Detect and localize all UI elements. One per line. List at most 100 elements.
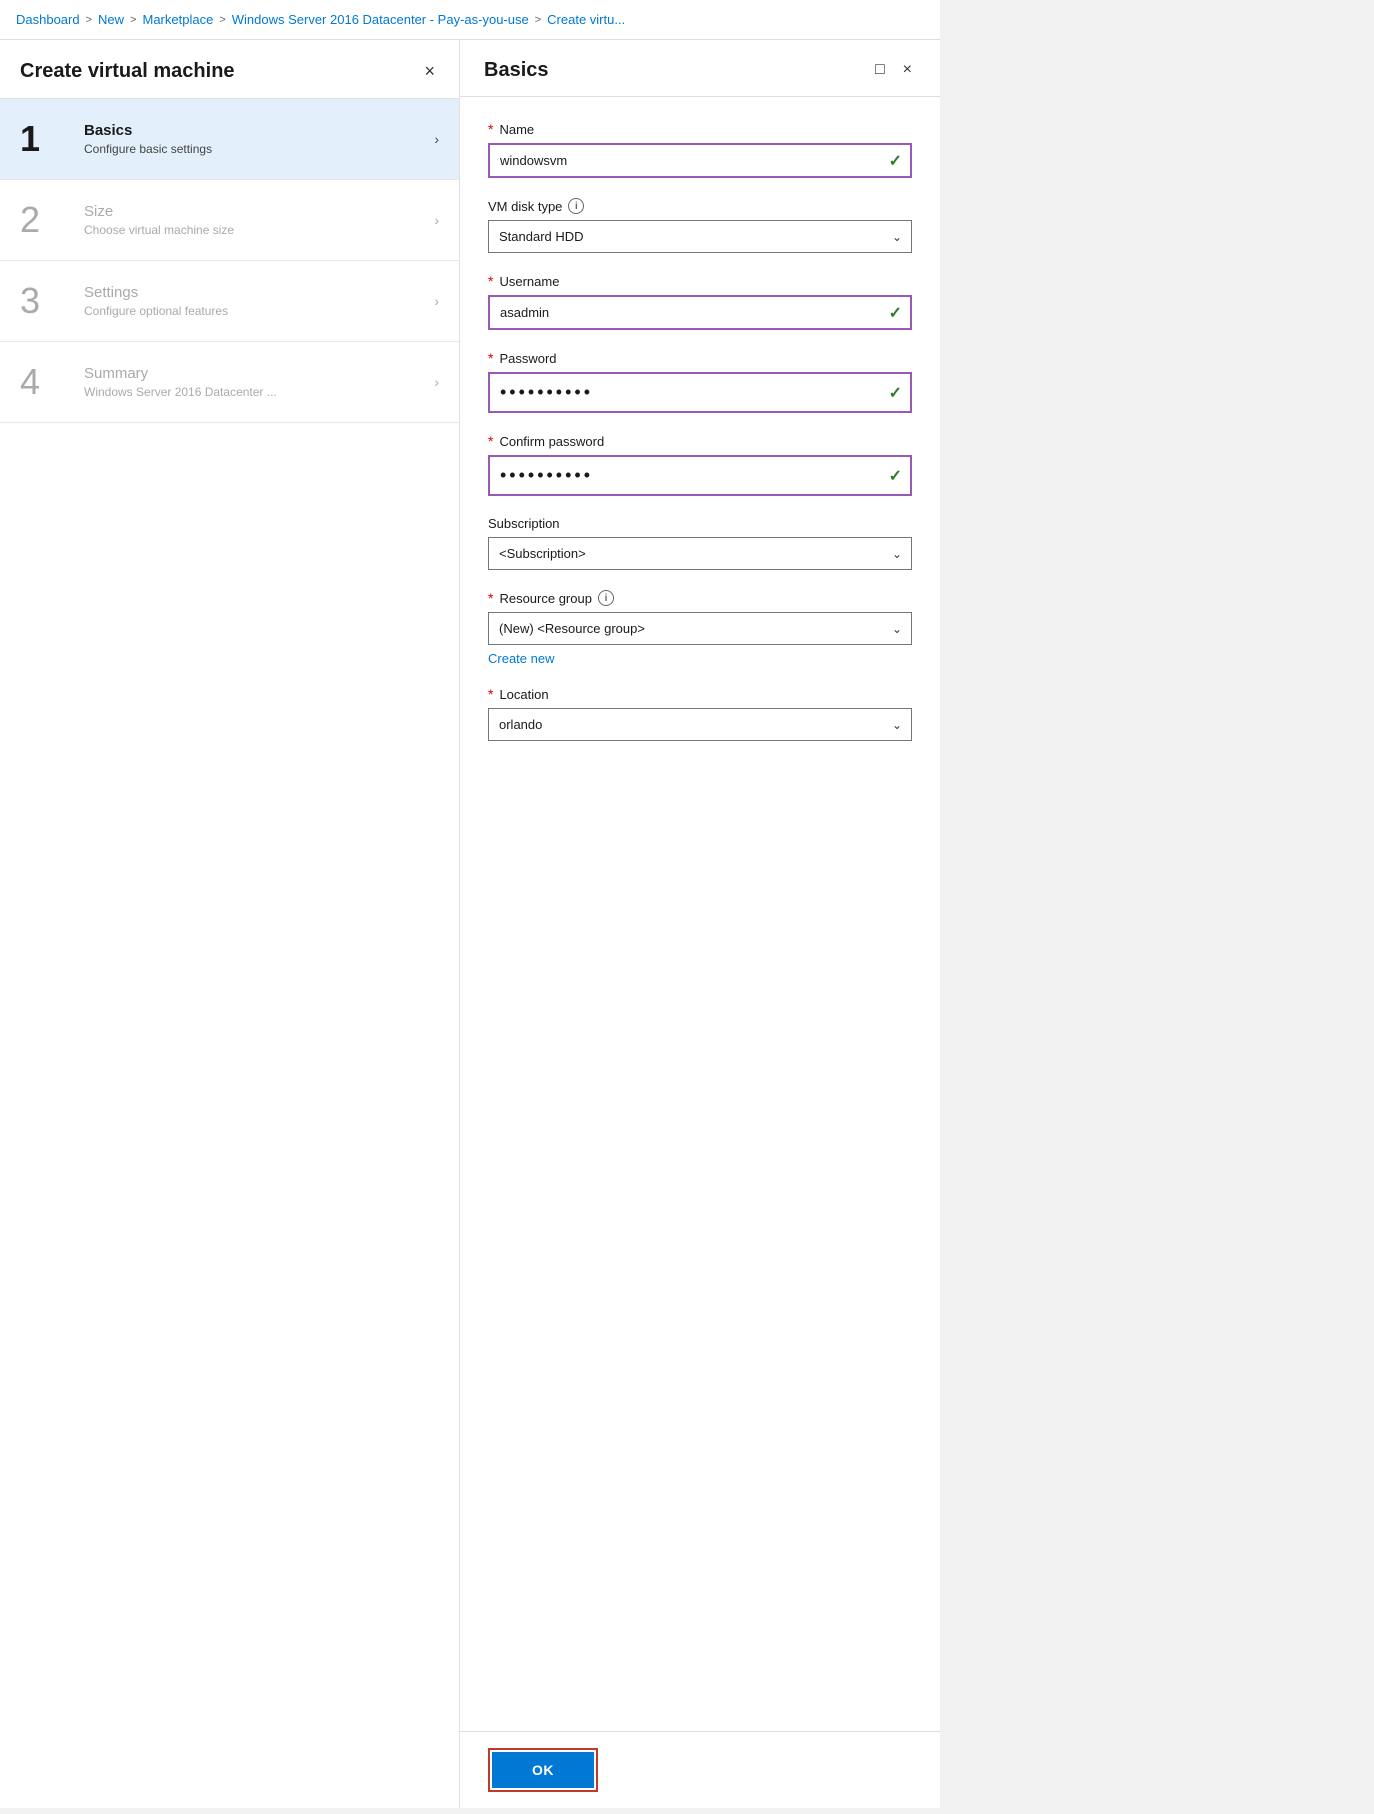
- step-4-name: Summary: [84, 365, 434, 382]
- step-4-info: Summary Windows Server 2016 Datacenter .…: [84, 365, 434, 399]
- step-1-info: Basics Configure basic settings: [84, 122, 434, 156]
- breadcrumb-sep-1: >: [86, 14, 92, 26]
- step-3-desc: Configure optional features: [84, 304, 434, 318]
- username-valid-check-icon: ✓: [889, 303, 902, 323]
- vm-disk-type-info-icon: i: [568, 198, 584, 214]
- resource-group-required-star: *: [488, 590, 493, 606]
- password-required-star: *: [488, 350, 493, 366]
- right-panel-title: Basics: [484, 59, 549, 82]
- name-required-star: *: [488, 121, 493, 137]
- step-2-number: 2: [20, 202, 70, 238]
- resource-group-select-wrapper: (New) <Resource group> ⌄: [488, 612, 912, 645]
- vm-disk-type-group: VM disk type i Standard HDD Premium SSD …: [488, 198, 912, 253]
- confirm-password-input-wrapper: ✓: [488, 455, 912, 496]
- step-1-name: Basics: [84, 122, 434, 139]
- location-label-text: Location: [499, 687, 548, 702]
- breadcrumb: Dashboard > New > Marketplace > Windows …: [0, 0, 940, 40]
- step-2-chevron-icon: ›: [434, 212, 439, 228]
- step-4[interactable]: 4 Summary Windows Server 2016 Datacenter…: [0, 342, 459, 423]
- confirm-password-label: * Confirm password: [488, 433, 912, 449]
- step-3-info: Settings Configure optional features: [84, 284, 434, 318]
- step-3-chevron-icon: ›: [434, 293, 439, 309]
- step-4-chevron-icon: ›: [434, 374, 439, 390]
- step-2-desc: Choose virtual machine size: [84, 223, 434, 237]
- subscription-label: Subscription: [488, 516, 912, 531]
- resource-group-info-icon: i: [598, 590, 614, 606]
- step-1-chevron-icon: ›: [434, 131, 439, 147]
- vm-disk-type-select[interactable]: Standard HDD Premium SSD Standard SSD: [488, 220, 912, 253]
- right-panel-close-button[interactable]: ×: [899, 58, 916, 82]
- vm-disk-type-label: VM disk type i: [488, 198, 912, 214]
- username-required-star: *: [488, 273, 493, 289]
- subscription-select[interactable]: <Subscription>: [488, 537, 912, 570]
- create-new-link[interactable]: Create new: [488, 651, 554, 666]
- step-2-name: Size: [84, 203, 434, 220]
- resource-group-select[interactable]: (New) <Resource group>: [488, 612, 912, 645]
- breadcrumb-dashboard[interactable]: Dashboard: [16, 12, 80, 27]
- vm-disk-type-label-text: VM disk type: [488, 199, 562, 214]
- subscription-label-text: Subscription: [488, 516, 560, 531]
- step-2-info: Size Choose virtual machine size: [84, 203, 434, 237]
- confirm-password-field-group: * Confirm password ✓: [488, 433, 912, 496]
- confirm-password-valid-check-icon: ✓: [889, 466, 902, 486]
- confirm-password-required-star: *: [488, 433, 493, 449]
- step-1[interactable]: 1 Basics Configure basic settings ›: [0, 99, 459, 180]
- resource-group-label: * Resource group i: [488, 590, 912, 606]
- left-panel-close-button[interactable]: ×: [420, 58, 439, 84]
- breadcrumb-current: Create virtu...: [547, 12, 625, 27]
- location-select[interactable]: orlando eastus westus: [488, 708, 912, 741]
- breadcrumb-sep-2: >: [130, 14, 136, 26]
- right-panel-body: * Name ✓ VM disk type i Standard HDD P: [460, 97, 940, 1731]
- location-required-star: *: [488, 686, 493, 702]
- right-panel: Basics □ × * Name ✓ VM dis: [460, 40, 940, 1808]
- step-4-number: 4: [20, 364, 70, 400]
- step-3-name: Settings: [84, 284, 434, 301]
- step-1-desc: Configure basic settings: [84, 142, 434, 156]
- breadcrumb-marketplace[interactable]: Marketplace: [143, 12, 214, 27]
- right-panel-footer: OK: [460, 1731, 940, 1808]
- step-4-desc: Windows Server 2016 Datacenter ...: [84, 385, 434, 399]
- breadcrumb-new[interactable]: New: [98, 12, 124, 27]
- step-3-number: 3: [20, 283, 70, 319]
- breadcrumb-sep-4: >: [535, 14, 541, 26]
- left-panel-title: Create virtual machine: [20, 60, 235, 83]
- name-input[interactable]: [488, 143, 912, 178]
- name-valid-check-icon: ✓: [889, 151, 902, 171]
- username-label: * Username: [488, 273, 912, 289]
- left-panel: Create virtual machine × 1 Basics Config…: [0, 40, 460, 1808]
- username-field-group: * Username ✓: [488, 273, 912, 330]
- password-input-wrapper: ✓: [488, 372, 912, 413]
- breadcrumb-product[interactable]: Windows Server 2016 Datacenter - Pay-as-…: [232, 12, 529, 27]
- name-input-wrapper: ✓: [488, 143, 912, 178]
- location-select-wrapper: orlando eastus westus ⌄: [488, 708, 912, 741]
- username-input[interactable]: [488, 295, 912, 330]
- password-input[interactable]: [488, 372, 912, 413]
- breadcrumb-sep-3: >: [219, 14, 225, 26]
- username-label-text: Username: [499, 274, 559, 289]
- subscription-field-group: Subscription <Subscription> ⌄: [488, 516, 912, 570]
- confirm-password-input[interactable]: [488, 455, 912, 496]
- step-1-number: 1: [20, 121, 70, 157]
- main-container: Create virtual machine × 1 Basics Config…: [0, 40, 940, 1808]
- step-2[interactable]: 2 Size Choose virtual machine size ›: [0, 180, 459, 261]
- steps-container: 1 Basics Configure basic settings › 2 Si…: [0, 99, 459, 1808]
- location-field-group: * Location orlando eastus westus ⌄: [488, 686, 912, 741]
- subscription-select-wrapper: <Subscription> ⌄: [488, 537, 912, 570]
- maximize-button[interactable]: □: [871, 58, 889, 82]
- location-label: * Location: [488, 686, 912, 702]
- name-label: * Name: [488, 121, 912, 137]
- step-3[interactable]: 3 Settings Configure optional features ›: [0, 261, 459, 342]
- ok-button[interactable]: OK: [492, 1752, 594, 1788]
- password-valid-check-icon: ✓: [889, 383, 902, 403]
- name-label-text: Name: [499, 122, 534, 137]
- username-input-wrapper: ✓: [488, 295, 912, 330]
- name-field-group: * Name ✓: [488, 121, 912, 178]
- resource-group-field-group: * Resource group i (New) <Resource group…: [488, 590, 912, 666]
- confirm-password-label-text: Confirm password: [499, 434, 604, 449]
- resource-group-label-text: Resource group: [499, 591, 592, 606]
- password-label: * Password: [488, 350, 912, 366]
- ok-button-wrapper: OK: [488, 1748, 598, 1792]
- right-panel-actions: □ ×: [871, 58, 916, 82]
- left-panel-header: Create virtual machine ×: [0, 40, 459, 99]
- right-panel-header: Basics □ ×: [460, 40, 940, 97]
